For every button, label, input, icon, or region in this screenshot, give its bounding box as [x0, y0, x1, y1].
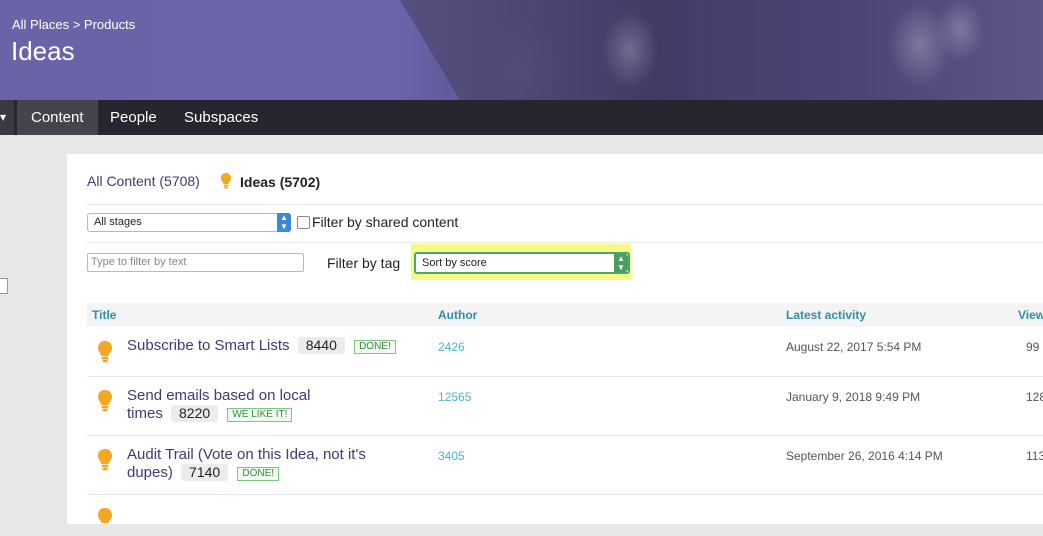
lightbulb-icon — [96, 507, 114, 536]
tab-subspaces[interactable]: Subspaces — [170, 100, 272, 135]
stage-select-value: All stages — [94, 216, 142, 228]
sort-select[interactable]: Sort by score ▲ ▼ — [414, 252, 630, 274]
text-filter-input[interactable]: Type to filter by text — [87, 253, 304, 272]
score-badge: 7140 — [181, 464, 229, 481]
idea-title-text-cont: dupes) — [127, 464, 173, 481]
idea-title-text: Subscribe to Smart Lists — [127, 337, 290, 354]
banner-photo — [400, 0, 1043, 100]
author-link[interactable]: 2426 — [438, 340, 465, 354]
lightbulb-icon — [96, 448, 114, 477]
author-link[interactable]: 3405 — [438, 449, 465, 463]
sort-select-value: Sort by score — [422, 257, 487, 269]
idea-title-text-cont: times — [127, 405, 163, 422]
shared-content-label: Filter by shared content — [312, 214, 459, 230]
all-content-link[interactable]: All Content (5708) — [87, 173, 200, 189]
breadcrumb: All Places > Products — [12, 17, 135, 32]
place-nav: ▾ Content People Subspaces — [0, 100, 1043, 135]
ideas-filter-label[interactable]: Ideas (5702) — [240, 174, 320, 190]
idea-title[interactable]: Send emails based on local times 8220 WE… — [127, 387, 310, 423]
table-row: Send emails based on local times 8220 WE… — [87, 377, 1043, 436]
nav-menu-edge[interactable]: ▾ — [0, 100, 14, 135]
table-row: Audit Trail (Vote on this Idea, not it's… — [87, 436, 1043, 495]
sidebar-toggle[interactable] — [0, 278, 8, 294]
idea-title[interactable]: Subscribe to Smart Lists 8440 DONE! — [127, 337, 396, 355]
divider — [87, 204, 1043, 205]
divider — [87, 242, 1043, 243]
breadcrumb-products[interactable]: Products — [84, 17, 135, 32]
lightbulb-icon — [220, 172, 232, 193]
column-latest-activity[interactable]: Latest activity — [786, 308, 866, 322]
idea-title-text: Audit Trail (Vote on this Idea, not it's — [127, 446, 366, 463]
status-badge: DONE! — [354, 340, 396, 354]
latest-activity: August 22, 2017 5:54 PM — [786, 340, 922, 354]
column-title[interactable]: Title — [92, 308, 116, 322]
view-count: 128 — [1026, 390, 1043, 404]
tab-people[interactable]: People — [96, 100, 171, 135]
score-badge: 8440 — [297, 337, 345, 354]
author-link[interactable]: 12565 — [438, 390, 471, 404]
breadcrumb-all-places[interactable]: All Places — [12, 17, 69, 32]
lightbulb-icon — [96, 389, 114, 418]
idea-title-text: Send emails based on local — [127, 387, 311, 404]
table-header: Title Author Latest activity View — [87, 303, 1043, 327]
latest-activity: September 26, 2016 4:14 PM — [786, 449, 943, 463]
table-row — [87, 495, 1043, 535]
content-panel: All Content (5708) Ideas (5702) All stag… — [67, 154, 1043, 524]
select-arrows-icon: ▲ ▼ — [277, 213, 291, 232]
breadcrumb-separator: > — [72, 17, 81, 32]
latest-activity: January 9, 2018 9:49 PM — [786, 390, 921, 404]
column-author[interactable]: Author — [438, 308, 477, 322]
lightbulb-icon — [96, 340, 114, 369]
score-badge: 8220 — [171, 405, 219, 422]
view-count: 113 — [1026, 449, 1043, 463]
view-count: 99 — [1026, 340, 1040, 354]
tab-content[interactable]: Content — [17, 100, 98, 135]
page-title: Ideas — [11, 36, 75, 66]
shared-content-checkbox[interactable] — [297, 216, 310, 229]
table-row: Subscribe to Smart Lists 8440 DONE! 2426… — [87, 327, 1043, 377]
select-arrows-icon: ▲ ▼ — [614, 254, 628, 272]
status-badge: DONE! — [237, 467, 280, 481]
status-badge: WE LIKE IT! — [227, 408, 293, 422]
column-views[interactable]: View — [1018, 308, 1043, 322]
idea-title[interactable]: Audit Trail (Vote on this Idea, not it's… — [127, 446, 366, 482]
stage-select[interactable]: All stages ▲ ▼ — [87, 213, 291, 232]
header-banner: All Places > Products Ideas — [0, 0, 1043, 100]
filter-by-tag-link[interactable]: Filter by tag — [327, 255, 400, 271]
